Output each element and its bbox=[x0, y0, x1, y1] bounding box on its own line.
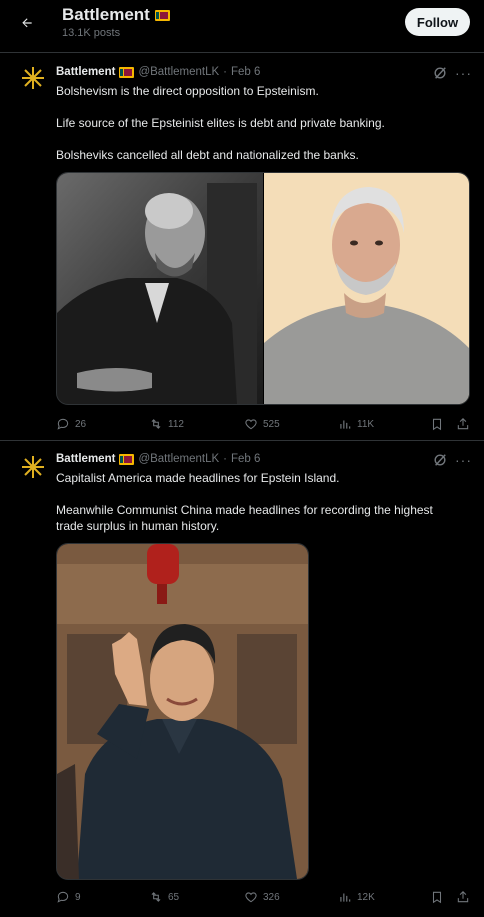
sri-lanka-flag-icon bbox=[154, 9, 170, 21]
post-date[interactable]: Feb 6 bbox=[231, 453, 260, 465]
view-count: 11K bbox=[357, 418, 375, 430]
reply-icon bbox=[57, 891, 69, 903]
bookmark-button[interactable] bbox=[430, 890, 444, 904]
separator-dot: · bbox=[223, 453, 227, 465]
post-date[interactable]: Feb 6 bbox=[231, 66, 260, 78]
share-icon bbox=[457, 418, 469, 430]
post-text-line: Life source of the Epsteinist elites is … bbox=[56, 116, 385, 130]
posts-count: 13.1K posts bbox=[62, 27, 121, 39]
lenin-photo[interactable] bbox=[57, 173, 263, 404]
bookmark-icon bbox=[432, 891, 442, 904]
follow-button[interactable]: Follow bbox=[405, 8, 470, 36]
xi-jinping-photo[interactable] bbox=[57, 544, 308, 879]
repost-button[interactable]: 112 bbox=[149, 417, 184, 431]
avatar[interactable] bbox=[20, 454, 46, 480]
bookmark-icon bbox=[432, 418, 442, 431]
separator-dot: · bbox=[223, 66, 227, 78]
post-text: Capitalist America made headlines for Ep… bbox=[56, 470, 466, 534]
heart-icon bbox=[245, 892, 257, 903]
reply-count: 9 bbox=[75, 891, 81, 903]
views-chart-icon bbox=[340, 893, 351, 902]
post-actions: 26 112 525 11K bbox=[56, 417, 470, 433]
repost-icon bbox=[151, 419, 161, 429]
views-button[interactable]: 12K bbox=[338, 890, 375, 904]
share-button[interactable] bbox=[456, 890, 470, 904]
post-image[interactable] bbox=[56, 543, 309, 880]
page-title: Battlement bbox=[62, 5, 170, 25]
post-image-grid[interactable] bbox=[56, 172, 470, 405]
views-button[interactable]: 11K bbox=[338, 417, 374, 431]
share-icon bbox=[457, 891, 469, 903]
post-actions: 9 65 326 12K bbox=[56, 890, 470, 906]
post-text-line: trade surplus in human history. bbox=[56, 519, 220, 533]
repost-count: 65 bbox=[168, 891, 180, 903]
epstein-photo[interactable] bbox=[264, 173, 469, 404]
reply-icon bbox=[57, 418, 69, 430]
author-name[interactable]: Battlement bbox=[56, 66, 115, 78]
grok-icon[interactable] bbox=[433, 66, 447, 80]
sri-lanka-flag-icon bbox=[119, 453, 135, 465]
post-text: Bolshevism is the direct opposition to E… bbox=[56, 83, 466, 163]
post-text-line: Capitalist America made headlines for Ep… bbox=[56, 471, 340, 485]
like-count: 326 bbox=[263, 891, 280, 903]
grok-icon[interactable] bbox=[433, 453, 447, 467]
author-handle[interactable]: @BattlementLK bbox=[138, 453, 219, 465]
reply-button[interactable]: 9 bbox=[56, 890, 81, 904]
post-text-line: Meanwhile Communist China made headlines… bbox=[56, 503, 433, 517]
heart-icon bbox=[245, 419, 257, 430]
more-options-icon[interactable]: ··· bbox=[455, 66, 471, 82]
avatar[interactable] bbox=[20, 65, 46, 91]
post-text-line: Bolshevism is the direct opposition to E… bbox=[56, 84, 319, 98]
view-count: 12K bbox=[357, 891, 375, 903]
post-meta: Battlement @BattlementLK · Feb 6 bbox=[56, 66, 260, 78]
more-options-icon[interactable]: ··· bbox=[455, 453, 471, 469]
repost-count: 112 bbox=[168, 418, 184, 430]
reply-button[interactable]: 26 bbox=[56, 417, 86, 431]
post-text-line: Bolsheviks cancelled all debt and nation… bbox=[56, 148, 359, 162]
like-count: 525 bbox=[263, 418, 280, 430]
header-title-text: Battlement bbox=[62, 5, 150, 24]
reply-count: 26 bbox=[75, 418, 87, 430]
post-1[interactable]: Battlement @BattlementLK · Feb 6 ··· Bol… bbox=[0, 53, 484, 441]
author-handle[interactable]: @BattlementLK bbox=[138, 66, 219, 78]
repost-icon bbox=[151, 892, 161, 902]
sri-lanka-flag-icon bbox=[119, 66, 135, 78]
back-arrow-icon[interactable] bbox=[14, 10, 40, 36]
profile-header: Battlement 13.1K posts Follow bbox=[0, 0, 484, 53]
share-button[interactable] bbox=[456, 417, 470, 431]
like-button[interactable]: 326 bbox=[244, 890, 280, 904]
like-button[interactable]: 525 bbox=[244, 417, 280, 431]
post-2[interactable]: Battlement @BattlementLK · Feb 6 ··· Cap… bbox=[0, 441, 484, 917]
views-chart-icon bbox=[340, 420, 351, 429]
repost-button[interactable]: 65 bbox=[149, 890, 179, 904]
bookmark-button[interactable] bbox=[430, 417, 444, 431]
post-meta: Battlement @BattlementLK · Feb 6 bbox=[56, 453, 260, 465]
author-name[interactable]: Battlement bbox=[56, 453, 115, 465]
